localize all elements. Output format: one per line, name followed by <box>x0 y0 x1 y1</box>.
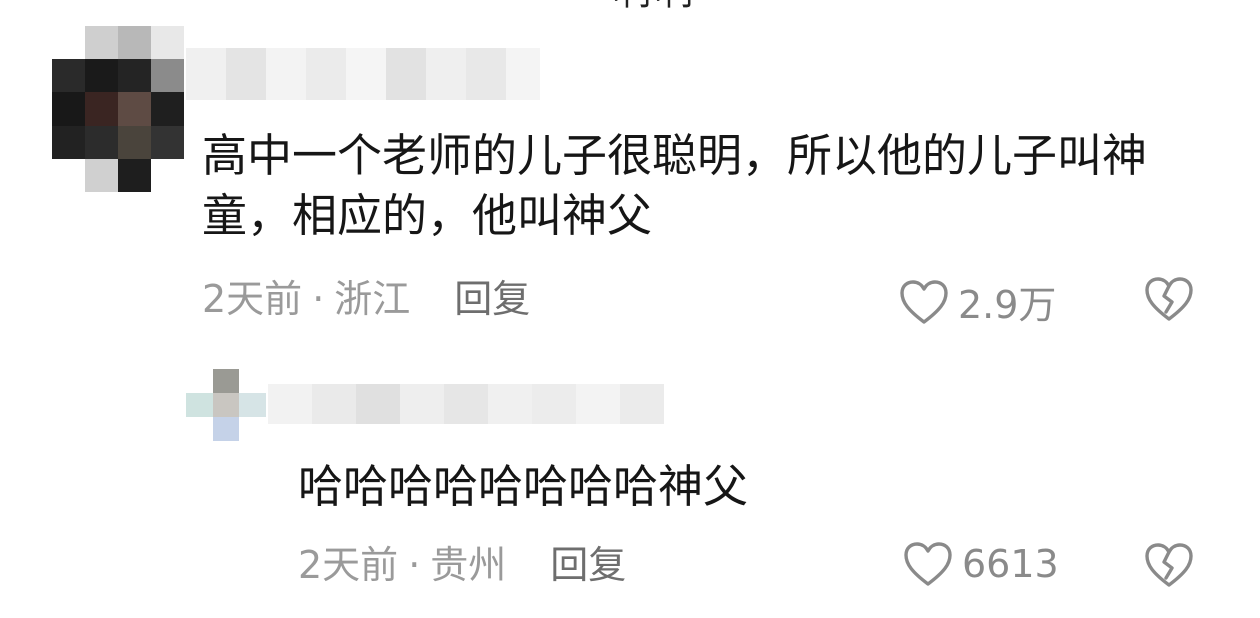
meta-separator: · <box>312 277 325 321</box>
comment-meta: 2天前 · 贵州 回复 <box>298 542 626 588</box>
username-blurred[interactable] <box>186 48 540 100</box>
reply-button[interactable]: 回复 <box>550 543 626 587</box>
comment-location: 贵州 <box>430 543 507 587</box>
comment-time: 2天前 <box>298 543 399 587</box>
meta-separator: · <box>408 543 421 587</box>
top-fragment-text: 啊啊 <box>612 0 752 8</box>
like-button[interactable]: 6613 <box>902 540 1059 588</box>
dislike-button[interactable] <box>1142 540 1196 590</box>
broken-heart-icon <box>1145 277 1193 321</box>
heart-outline-icon <box>900 279 948 324</box>
broken-heart-icon <box>1145 543 1193 587</box>
like-button[interactable]: 2.9万 <box>898 274 1056 329</box>
like-count: 2.9万 <box>958 283 1057 327</box>
heart-outline-icon <box>904 542 952 586</box>
dislike-button[interactable] <box>1142 274 1196 324</box>
comment-location: 浙江 <box>334 277 411 321</box>
like-count: 6613 <box>962 542 1059 586</box>
reply-button[interactable]: 回复 <box>454 277 530 321</box>
comment-meta: 2天前 · 浙江 回复 <box>202 276 530 322</box>
avatar[interactable] <box>186 369 266 441</box>
avatar[interactable] <box>52 26 184 192</box>
username-blurred[interactable] <box>268 384 664 424</box>
comment-text: 高中一个老师的儿子很聪明，所以他的儿子叫神童，相应的，他叫神父 <box>202 129 1148 242</box>
comment-text: 哈哈哈哈哈哈哈哈神父 <box>298 460 749 513</box>
comment-time: 2天前 <box>202 277 303 321</box>
